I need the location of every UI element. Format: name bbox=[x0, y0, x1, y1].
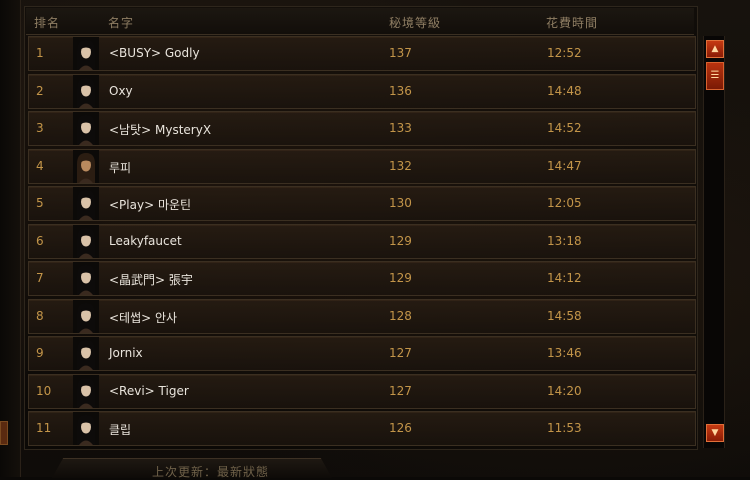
leaderboard-row[interactable]: 9 Jornix 127 13:46 bbox=[28, 336, 696, 371]
scroll-thumb[interactable]: ☰ bbox=[706, 62, 724, 90]
female-hero-portrait-icon bbox=[73, 337, 99, 370]
female-hero-portrait-icon bbox=[73, 374, 99, 408]
header-time: 花費時間 bbox=[546, 16, 599, 30]
female-hero-portrait-icon bbox=[73, 299, 99, 333]
row-rank: 1 bbox=[36, 46, 44, 60]
row-rank: 9 bbox=[36, 346, 44, 360]
row-time-spent: 14:12 bbox=[547, 271, 582, 285]
row-rift-level: 129 bbox=[389, 271, 412, 285]
row-player-name: Leakyfaucet bbox=[109, 233, 182, 248]
female-hero-portrait-icon bbox=[73, 37, 99, 70]
row-player-name: <晶武門> 張宇 bbox=[109, 273, 193, 287]
leaderboard-row[interactable]: 1 <BUSY> Godly 137 12:52 bbox=[28, 36, 696, 71]
male-hero-portrait-icon bbox=[73, 149, 99, 183]
scroll-down-button[interactable]: ▼ bbox=[706, 424, 724, 442]
row-player-name: Jornix bbox=[109, 346, 143, 360]
row-player-name: <Play> 마운틴 bbox=[109, 198, 192, 212]
last-update-label: 上次更新：最新狀態 bbox=[152, 465, 270, 479]
header-rank: 排名 bbox=[34, 16, 61, 30]
leaderboard-row[interactable]: 3 <남탓> MysteryX 133 14:52 bbox=[28, 111, 696, 146]
row-rift-level: 133 bbox=[389, 121, 412, 135]
row-player-name: 클립 bbox=[109, 423, 132, 437]
header-level: 秘境等級 bbox=[389, 16, 442, 30]
scrollbar[interactable]: ▲ ☰ ▼ bbox=[703, 36, 725, 448]
row-time-spent: 14:47 bbox=[547, 158, 582, 173]
row-player-name: 루피 bbox=[109, 160, 132, 175]
row-time-spent: 13:46 bbox=[547, 346, 582, 360]
row-rift-level: 132 bbox=[389, 158, 412, 173]
row-time-spent: 14:48 bbox=[547, 83, 582, 98]
row-rank: 7 bbox=[36, 271, 44, 285]
row-rank: 11 bbox=[36, 421, 52, 435]
row-time-spent: 12:05 bbox=[547, 196, 582, 210]
header-name: 名字 bbox=[108, 16, 135, 30]
row-rift-level: 130 bbox=[389, 196, 412, 210]
row-rift-level: 127 bbox=[389, 383, 412, 398]
female-hero-portrait-icon bbox=[73, 412, 99, 445]
scroll-up-button[interactable]: ▲ bbox=[706, 40, 724, 58]
row-player-name: <Revi> Tiger bbox=[109, 383, 189, 398]
female-hero-portrait-icon bbox=[73, 187, 99, 220]
row-time-spent: 14:52 bbox=[547, 121, 582, 135]
female-hero-portrait-icon bbox=[73, 112, 99, 145]
row-time-spent: 13:18 bbox=[547, 233, 582, 248]
row-player-name: Oxy bbox=[109, 83, 133, 98]
row-rank: 8 bbox=[36, 308, 44, 323]
row-player-name: <테썹> 안사 bbox=[109, 310, 178, 325]
leaderboard-row[interactable]: 11 클립 126 11:53 bbox=[28, 411, 696, 446]
row-rank: 5 bbox=[36, 196, 44, 210]
row-player-name: <BUSY> Godly bbox=[109, 46, 200, 60]
row-time-spent: 14:20 bbox=[547, 383, 582, 398]
row-rank: 3 bbox=[36, 121, 44, 135]
row-time-spent: 11:53 bbox=[547, 421, 582, 435]
female-hero-portrait-icon bbox=[73, 74, 99, 108]
leaderboard-row[interactable]: 6 Leakyfaucet 129 13:18 bbox=[28, 223, 696, 259]
female-hero-portrait-icon bbox=[73, 262, 99, 295]
row-rift-level: 128 bbox=[389, 308, 412, 323]
leaderboard-row[interactable]: 8 <테썹> 안사 128 14:58 bbox=[28, 298, 696, 334]
left-panel-tab[interactable] bbox=[0, 421, 8, 445]
leaderboard-row[interactable]: 2 Oxy 136 14:48 bbox=[28, 73, 696, 109]
row-time-spent: 14:58 bbox=[547, 308, 582, 323]
left-panel-edge bbox=[0, 0, 21, 477]
row-rift-level: 136 bbox=[389, 83, 412, 98]
leaderboard-row[interactable]: 10 <Revi> Tiger 127 14:20 bbox=[28, 373, 696, 409]
row-rift-level: 127 bbox=[389, 346, 412, 360]
row-rift-level: 137 bbox=[389, 46, 412, 60]
leaderboard-row[interactable]: 7 <晶武門> 張宇 129 14:12 bbox=[28, 261, 696, 296]
row-time-spent: 12:52 bbox=[547, 46, 582, 60]
row-rank: 6 bbox=[36, 233, 44, 248]
leaderboard-row[interactable]: 4 루피 132 14:47 bbox=[28, 148, 696, 184]
row-rank: 4 bbox=[36, 158, 44, 173]
row-rank: 10 bbox=[36, 383, 52, 398]
female-hero-portrait-icon bbox=[73, 224, 99, 258]
table-header: 排名 名字 秘境等級 花費時間 bbox=[26, 8, 694, 35]
leaderboard-row[interactable]: 5 <Play> 마운틴 130 12:05 bbox=[28, 186, 696, 221]
row-rank: 2 bbox=[36, 83, 44, 98]
row-rift-level: 126 bbox=[389, 421, 412, 435]
row-player-name: <남탓> MysteryX bbox=[109, 123, 212, 137]
row-rift-level: 129 bbox=[389, 233, 412, 248]
